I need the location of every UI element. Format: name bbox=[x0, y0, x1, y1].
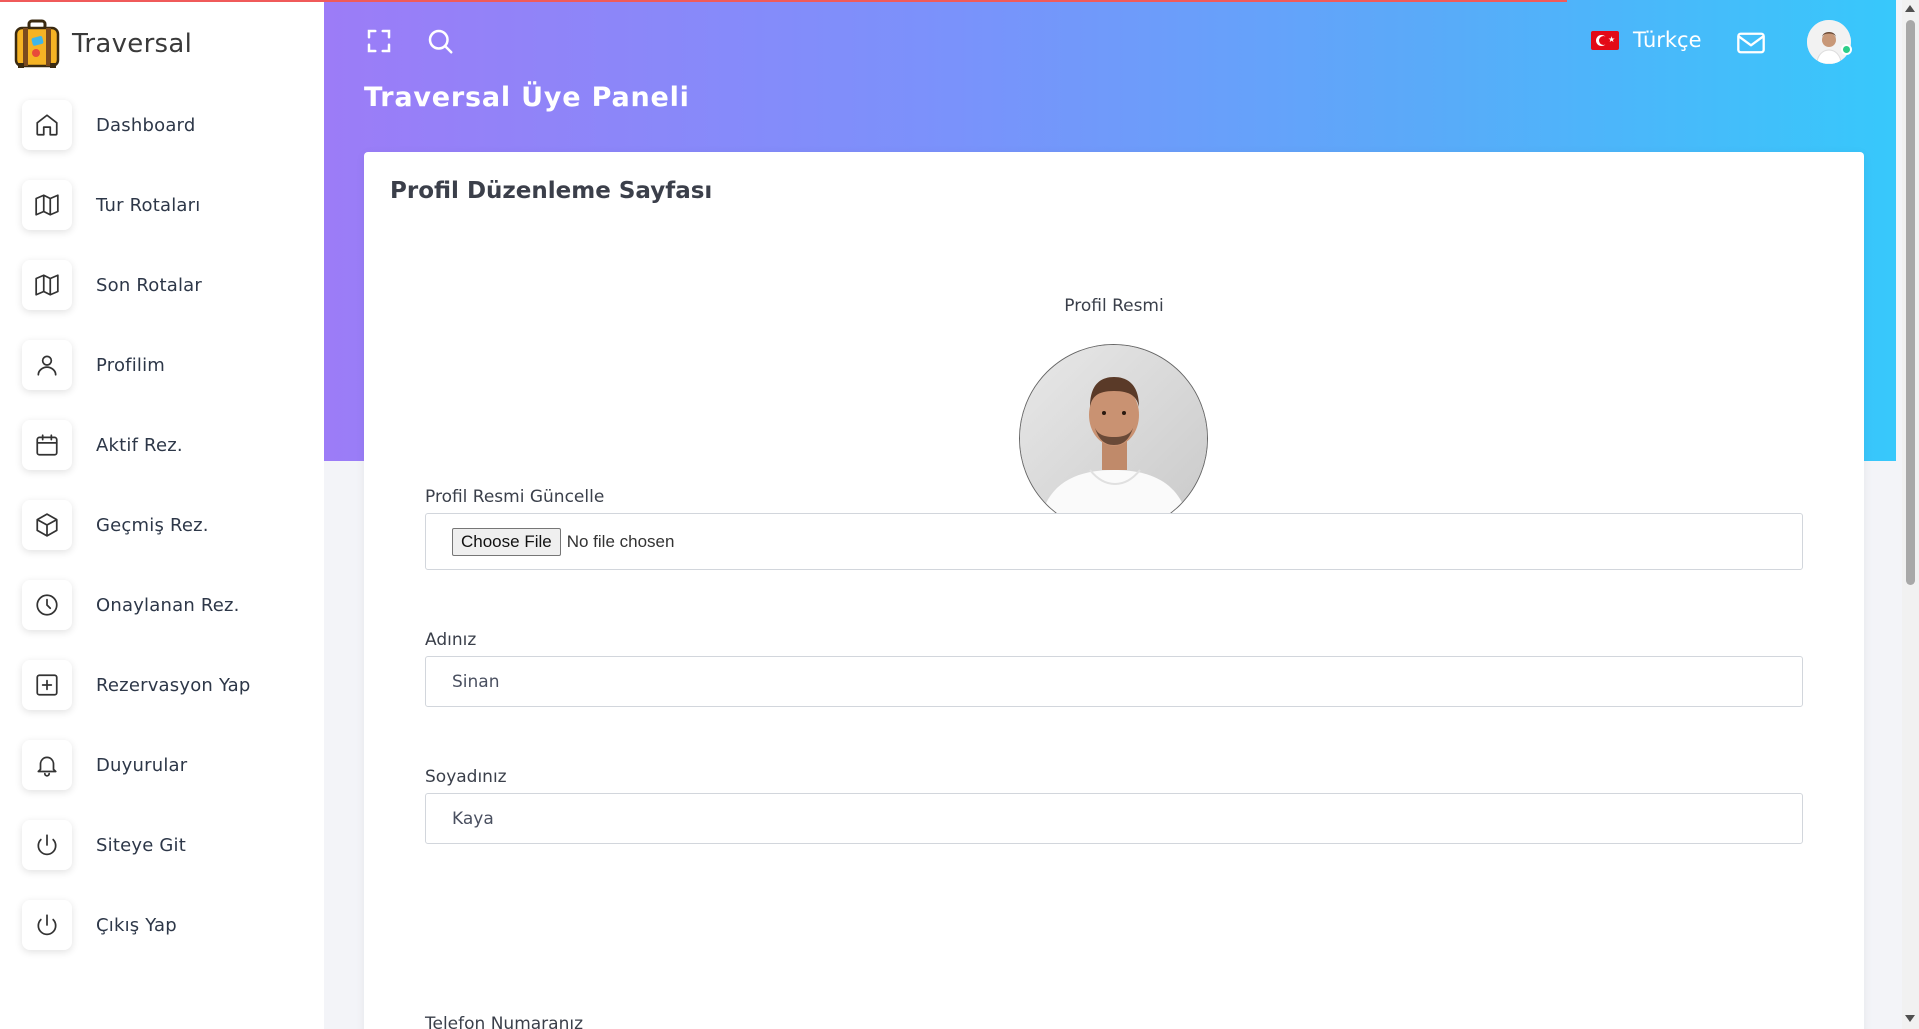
online-status-dot bbox=[1841, 44, 1852, 55]
map-icon bbox=[35, 194, 59, 216]
sidebar-nav: Dashboard Tur Rotaları Son Rotalar Profi… bbox=[22, 98, 312, 978]
last-name-value: Kaya bbox=[452, 808, 494, 829]
sidebar-item-label: Dashboard bbox=[96, 114, 196, 136]
sidebar-item-label: Onaylanan Rez. bbox=[96, 594, 240, 616]
sidebar-item-go-to-site[interactable]: Siteye Git bbox=[22, 818, 312, 872]
scroll-up-arrow-icon[interactable] bbox=[1905, 5, 1915, 12]
card-title: Profil Düzenleme Sayfası bbox=[390, 178, 713, 204]
box-icon bbox=[36, 513, 58, 537]
sidebar-item-profile[interactable]: Profilim bbox=[22, 338, 312, 392]
page-scrollbar[interactable] bbox=[1902, 0, 1919, 1029]
plus-square-icon bbox=[36, 674, 58, 696]
scroll-down-arrow-icon[interactable] bbox=[1905, 1015, 1915, 1022]
photo-update-input[interactable]: Choose File No file chosen bbox=[425, 513, 1803, 570]
sidebar-item-tour-routes[interactable]: Tur Rotaları bbox=[22, 178, 312, 232]
clock-icon bbox=[36, 594, 58, 616]
fullscreen-icon[interactable] bbox=[364, 26, 394, 56]
last-name-label: Soyadınız bbox=[425, 767, 507, 787]
sidebar-item-past-reservations[interactable]: Geçmiş Rez. bbox=[22, 498, 312, 552]
map-icon bbox=[35, 274, 59, 296]
sidebar-item-label: Duyurular bbox=[96, 754, 188, 776]
sidebar-item-announcements[interactable]: Duyurular bbox=[22, 738, 312, 792]
sidebar-item-label: Profilim bbox=[96, 354, 166, 376]
sidebar-item-label: Son Rotalar bbox=[96, 274, 202, 296]
sidebar-item-active-reservations[interactable]: Aktif Rez. bbox=[22, 418, 312, 472]
brand[interactable]: Traversal bbox=[14, 18, 192, 70]
user-icon bbox=[37, 355, 57, 376]
choose-file-button[interactable]: Choose File bbox=[452, 527, 561, 556]
turkey-flag-icon: ★ bbox=[1591, 30, 1619, 50]
sidebar-item-recent-routes[interactable]: Son Rotalar bbox=[22, 258, 312, 312]
bell-icon bbox=[37, 756, 57, 777]
search-icon[interactable] bbox=[425, 26, 455, 56]
sidebar-item-label: Tur Rotaları bbox=[96, 194, 201, 216]
last-name-field[interactable]: Kaya bbox=[425, 793, 1803, 844]
profile-edit-card: Profil Düzenleme Sayfası Profil Resmi Pr… bbox=[364, 152, 1864, 1029]
sidebar-item-label: Aktif Rez. bbox=[96, 434, 183, 456]
profile-photo-image bbox=[1020, 345, 1207, 532]
sidebar-item-label: Siteye Git bbox=[96, 834, 187, 856]
sidebar-item-label: Rezervasyon Yap bbox=[96, 674, 251, 696]
profile-photo bbox=[1019, 344, 1208, 533]
photo-update-label: Profil Resmi Güncelle bbox=[425, 487, 605, 507]
page-load-progress bbox=[0, 0, 1567, 2]
calendar-icon bbox=[36, 434, 58, 456]
avatar-image bbox=[1807, 20, 1851, 64]
sidebar: Traversal Dashboard Tur Rotaları Son Rot… bbox=[0, 0, 324, 1029]
sidebar-item-label: Çıkış Yap bbox=[96, 914, 177, 936]
first-name-label: Adınız bbox=[425, 630, 477, 650]
page-title: Traversal Üye Paneli bbox=[364, 82, 690, 113]
first-name-value: Sinan bbox=[452, 671, 500, 692]
phone-label: Telefon Numaranız bbox=[425, 1014, 583, 1029]
power-icon bbox=[37, 914, 57, 936]
language-label: Türkçe bbox=[1633, 28, 1702, 52]
first-name-field[interactable]: Sinan bbox=[425, 656, 1803, 707]
home-icon bbox=[36, 114, 58, 136]
suitcase-logo-icon bbox=[14, 19, 60, 68]
power-icon bbox=[37, 834, 57, 856]
sidebar-item-dashboard[interactable]: Dashboard bbox=[22, 98, 312, 152]
file-status-text: No file chosen bbox=[566, 531, 675, 551]
sidebar-item-approved-reservations[interactable]: Onaylanan Rez. bbox=[22, 578, 312, 632]
scroll-thumb[interactable] bbox=[1906, 20, 1915, 585]
language-selector[interactable]: ★ Türkçe bbox=[1591, 28, 1702, 52]
mail-icon[interactable] bbox=[1736, 29, 1766, 57]
profile-photo-label: Profil Resmi bbox=[1064, 296, 1164, 316]
sidebar-item-label: Geçmiş Rez. bbox=[96, 514, 209, 536]
brand-name: Traversal bbox=[72, 29, 193, 59]
sidebar-item-make-reservation[interactable]: Rezervasyon Yap bbox=[22, 658, 312, 712]
sidebar-item-logout[interactable]: Çıkış Yap bbox=[22, 898, 312, 952]
user-avatar[interactable] bbox=[1807, 20, 1851, 64]
